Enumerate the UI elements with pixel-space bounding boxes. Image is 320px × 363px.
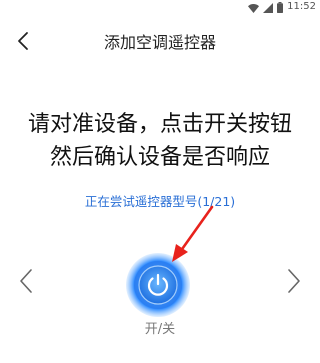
chevron-right-icon xyxy=(287,268,301,298)
instruction-text: 请对准设备，点击开关按钮 然后确认设备是否响应 xyxy=(0,108,320,174)
add-ac-remote-screen: 11:52 添加空调遥控器 请对准设备，点击开关按钮 然后确认设备是否响应 正在… xyxy=(0,0,320,363)
next-model-button[interactable] xyxy=(283,266,305,300)
instruction-line-1: 请对准设备，点击开关按钮 xyxy=(27,112,292,137)
power-label: 开/关 xyxy=(144,322,176,337)
power-icon xyxy=(125,253,191,322)
status-bar: 11:52 xyxy=(0,0,320,14)
page-title: 添加空调遥控器 xyxy=(103,33,216,52)
trying-model-label: 正在尝试遥控器型号(1/21) xyxy=(84,194,236,209)
previous-model-button[interactable] xyxy=(15,266,37,300)
status-icons: 11:52 xyxy=(248,1,316,13)
nav-bar: 添加空调遥控器 xyxy=(0,26,320,60)
signal-icon xyxy=(263,0,274,17)
status-time: 11:52 xyxy=(287,1,316,12)
wifi-icon xyxy=(248,0,260,17)
battery-icon xyxy=(277,0,284,17)
instruction-line-2: 然后确认设备是否响应 xyxy=(49,145,270,170)
red-pointer-arrow-icon xyxy=(168,204,216,264)
chevron-left-icon xyxy=(19,268,33,298)
